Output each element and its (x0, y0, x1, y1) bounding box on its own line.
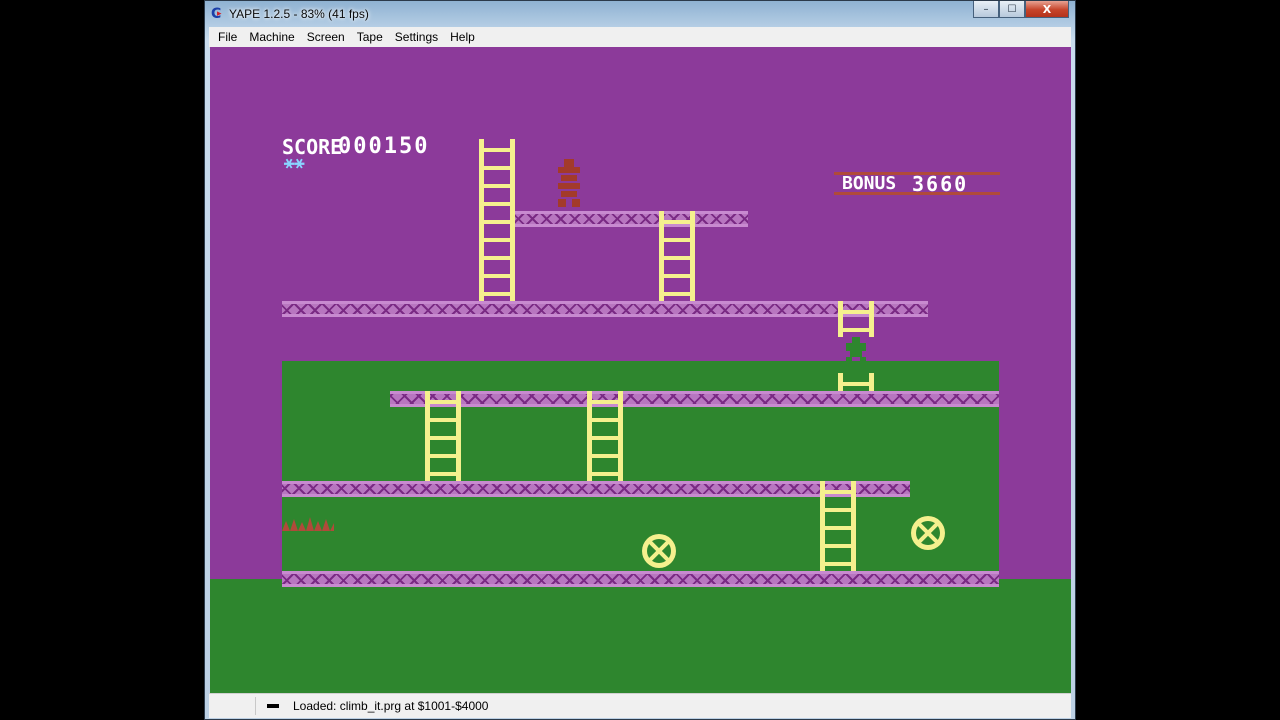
girder-upper (282, 301, 928, 317)
status-bar: Loaded: climb_it.prg at $1001-$4000 (209, 693, 1071, 718)
menu-help[interactable]: Help (444, 30, 481, 44)
menu-tape[interactable]: Tape (351, 30, 389, 44)
bonus-label: BONUS (842, 173, 897, 194)
score-value: 000150 (338, 134, 430, 159)
ladder-right-upper (838, 301, 874, 337)
player-icon (844, 337, 868, 363)
ladder-middle-left (425, 391, 461, 481)
title-bar[interactable]: C ▸ YAPE 1.2.5 - 83% (41 fps) – ☐ X (205, 1, 1075, 27)
yape-window: C ▸ YAPE 1.2.5 - 83% (41 fps) – ☐ X File … (204, 0, 1076, 720)
tape-indicator-icon (267, 704, 279, 708)
close-button[interactable]: X (1025, 1, 1069, 18)
maximize-button[interactable]: ☐ (999, 1, 1025, 18)
girder-top (515, 211, 748, 227)
window-title: YAPE 1.2.5 - 83% (41 fps) (229, 7, 369, 21)
girder-lower (282, 481, 910, 497)
menu-bar: File Machine Screen Tape Settings Help (209, 27, 1071, 48)
commodore-logo-icon: C ▸ (211, 6, 222, 22)
girder-middle (390, 391, 999, 407)
ladder-right-broken (838, 373, 874, 391)
bonus-value: 3660 (912, 172, 969, 196)
ladder-top-right (659, 211, 695, 301)
ladder-middle-center (587, 391, 623, 481)
status-message: Loaded: climb_it.prg at $1001-$4000 (293, 699, 489, 713)
menu-machine[interactable]: Machine (243, 30, 300, 44)
emulator-screen[interactable]: SCORE 000150 ⚹⚹ BONUS 3660 (210, 47, 1071, 693)
bonus-box: BONUS 3660 (834, 172, 1000, 196)
girder-bottom (282, 571, 999, 587)
menu-settings[interactable]: Settings (389, 30, 444, 44)
life-icon: ⚹⚹ (284, 153, 305, 173)
caption-buttons: – ☐ X (973, 1, 1069, 19)
barrel-icon (642, 534, 676, 568)
menu-file[interactable]: File (212, 30, 243, 44)
ladder-top-left (479, 139, 515, 301)
gorilla-icon (555, 159, 583, 209)
ladder-lower-right (820, 481, 856, 571)
minimize-button[interactable]: – (973, 1, 999, 18)
barrel-icon (911, 516, 945, 550)
menu-screen[interactable]: Screen (301, 30, 351, 44)
status-separator (255, 697, 256, 715)
fire-icon (282, 517, 334, 531)
green-floor (210, 579, 1071, 693)
